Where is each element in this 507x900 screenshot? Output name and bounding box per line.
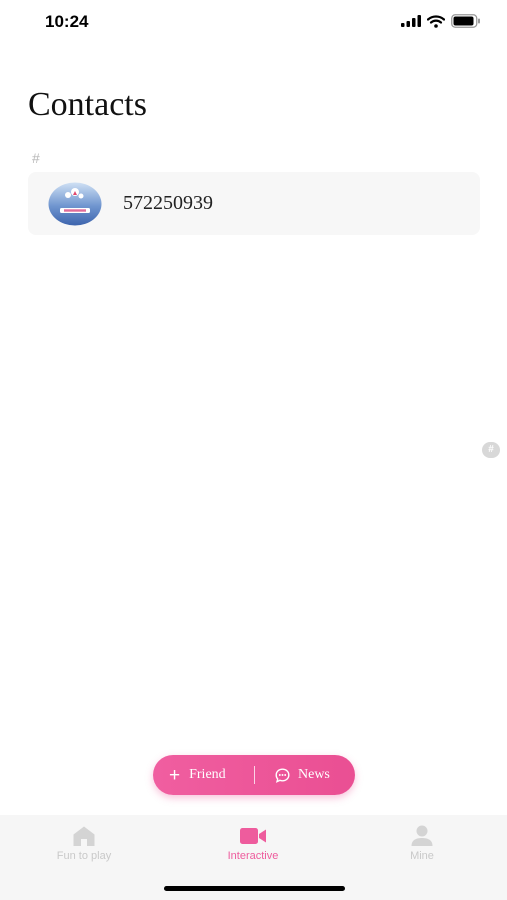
status-icons (401, 14, 481, 28)
home-indicator[interactable] (164, 886, 345, 891)
home-icon (73, 826, 95, 846)
add-friend-label: Friend (189, 767, 226, 782)
tab-mine[interactable]: Mine (362, 825, 482, 875)
tab-label: Mine (410, 850, 434, 862)
status-time: 10:24 (45, 12, 89, 31)
index-bar-letter[interactable]: # (482, 442, 500, 458)
tab-label: Fun to play (56, 850, 112, 862)
plus-icon: + (169, 764, 181, 786)
video-camera-icon (240, 828, 266, 844)
news-label: News (298, 767, 330, 782)
cellular-signal-icon (401, 15, 421, 27)
pill-divider (254, 766, 255, 784)
tab-fun-to-play[interactable]: Fun to play (24, 825, 144, 875)
contact-row[interactable]: 572250939 (28, 172, 480, 235)
tab-label: Interactive (227, 850, 279, 862)
wifi-icon (427, 14, 445, 28)
status-bar: 10:24 (0, 0, 507, 48)
person-icon (411, 825, 433, 846)
avatar (48, 182, 102, 226)
news-button[interactable]: News (275, 755, 330, 795)
battery-icon (451, 14, 480, 28)
tab-interactive[interactable]: Interactive (193, 825, 313, 875)
contact-name: 572250939 (123, 192, 213, 214)
action-pill: + Friend News (153, 755, 355, 795)
add-friend-button[interactable]: + Friend (169, 755, 226, 795)
chat-bubble-icon (275, 767, 290, 783)
page-title: Contacts (28, 86, 147, 123)
section-header-letter: # (32, 150, 40, 166)
